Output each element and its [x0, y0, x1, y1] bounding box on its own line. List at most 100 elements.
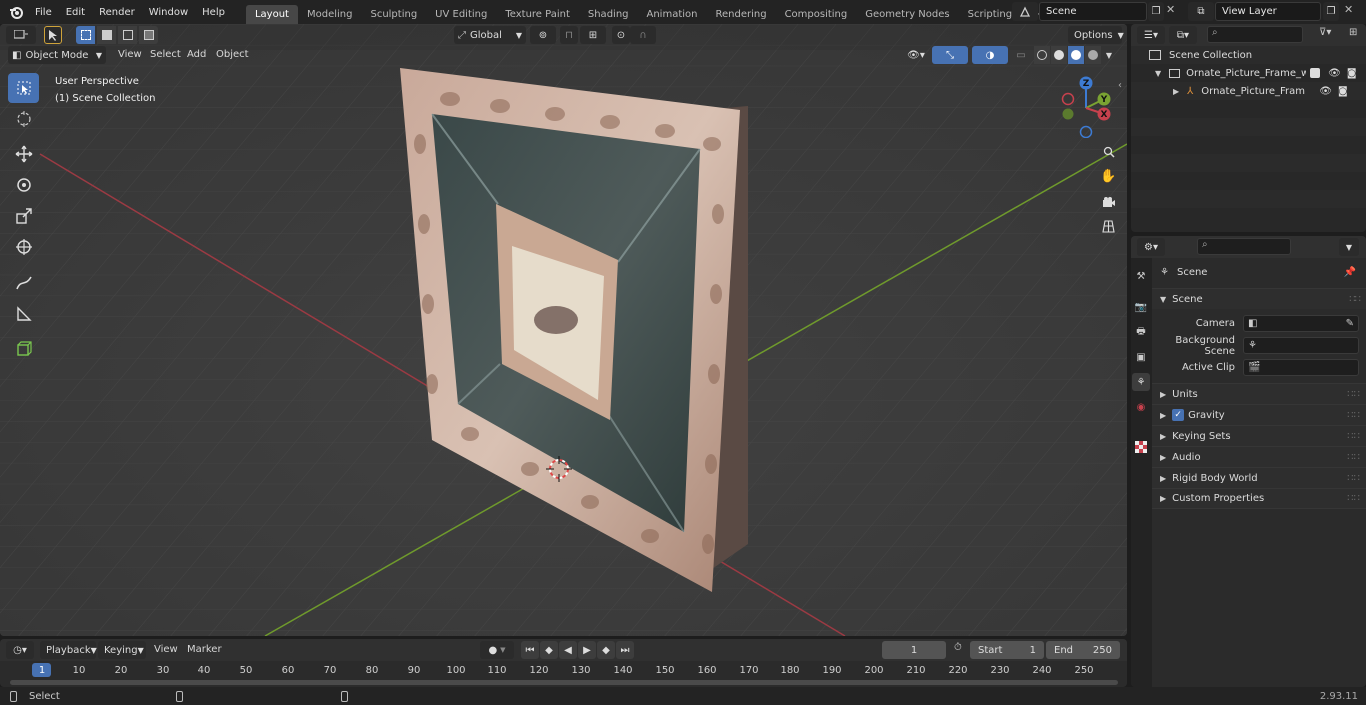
tab-modeling[interactable]: Modeling [298, 5, 362, 24]
properties-search[interactable]: ⌕ [1197, 238, 1291, 255]
snap-toggle-icon[interactable]: ⊓ [560, 26, 578, 44]
drag-handle-icon[interactable]: ∷∷ [1349, 294, 1361, 305]
drag-handle-icon[interactable]: ∷∷ [1347, 493, 1360, 504]
new-scene-icon[interactable]: ❐ [1148, 2, 1164, 21]
gravity-checkbox[interactable]: ✓ [1172, 409, 1185, 421]
background-scene-field[interactable]: ⚘ [1243, 337, 1359, 354]
camera-render-icon[interactable]: ◙ [1338, 86, 1348, 97]
end-frame-field[interactable]: End 250 [1046, 641, 1120, 659]
scene-type-icon[interactable] [1012, 2, 1038, 21]
overlays-toggle-button[interactable]: ◑ [972, 46, 1008, 64]
snap-target-button[interactable]: ⊞ [580, 26, 606, 44]
zoom-icon[interactable] [1097, 140, 1120, 163]
audio-panel-header[interactable]: ▶ Audio ∷∷ [1152, 446, 1366, 467]
outliner-search[interactable]: ⌕ [1207, 26, 1303, 43]
mode-intersect-icon[interactable] [139, 26, 158, 44]
outliner-editor-type[interactable]: ☰▾ [1137, 26, 1165, 44]
keying-sets-panel-header[interactable]: ▶ Keying Sets ∷∷ [1152, 425, 1366, 446]
pivot-point-button[interactable]: ⊚ [530, 26, 556, 44]
gravity-panel-header[interactable]: ▶ ✓ Gravity ∷∷ [1152, 404, 1366, 425]
play-reverse-icon[interactable]: ◀ [559, 641, 577, 659]
rendered-shading-icon[interactable] [1085, 46, 1101, 64]
menu-file[interactable]: File [28, 7, 59, 18]
checkbox-icon[interactable] [1310, 68, 1321, 78]
tool-transform[interactable] [8, 232, 39, 262]
eyedropper-icon[interactable]: ✎ [1346, 318, 1354, 329]
view-layer-field[interactable]: View Layer [1215, 2, 1321, 21]
tool-annotate[interactable] [8, 268, 39, 298]
collapse-arrow-icon[interactable]: ‹ [1118, 80, 1122, 91]
tab-sculpting[interactable]: Sculpting [361, 5, 426, 24]
scene-tab-icon[interactable]: ⚘ [1132, 373, 1150, 391]
tool-tab-icon[interactable]: ⚒ [1132, 267, 1150, 285]
record-button[interactable]: ● ▼ [480, 641, 514, 659]
timeline-marker-menu[interactable]: Marker [187, 644, 222, 655]
camera-view-icon[interactable] [1097, 190, 1120, 213]
custom-properties-panel-header[interactable]: ▶ Custom Properties ∷∷ [1152, 488, 1366, 509]
pin-icon[interactable]: 📌 [1344, 267, 1356, 278]
drag-handle-icon[interactable]: ∷∷ [1347, 389, 1360, 400]
tool-move[interactable] [8, 139, 39, 169]
texture-tab-icon[interactable] [1132, 438, 1150, 456]
viewport-3d[interactable]: ⤢ Global ▼ ⊚ ⊓ ⊞ ⊙ ∩ Options ▼ ◧ Object … [0, 24, 1127, 636]
menu-window[interactable]: Window [142, 7, 195, 18]
tool-add-cube[interactable] [8, 334, 39, 364]
outliner-row-root[interactable]: Scene Collection [1131, 46, 1366, 64]
drag-handle-icon[interactable]: ∷∷ [1347, 452, 1360, 463]
orientation-dropdown[interactable]: ⤢ Global ▼ [454, 26, 526, 44]
playback-menu[interactable]: Playback ▼ [40, 641, 97, 659]
new-view-layer-icon[interactable]: ❐ [1323, 2, 1339, 21]
stopwatch-icon[interactable]: ⏱ [954, 642, 962, 653]
menu-view[interactable]: View [118, 49, 142, 60]
object-mode-dropdown[interactable]: ◧ Object Mode ▼ [8, 46, 106, 64]
drag-handle-icon[interactable]: ∷∷ [1347, 473, 1360, 484]
timeline-editor-type[interactable]: ◷▾ [6, 641, 34, 659]
tool-measure[interactable] [8, 299, 39, 329]
view-layer-tab-icon[interactable]: ▣ [1132, 348, 1150, 366]
expand-down-icon[interactable]: ▼ [1155, 69, 1161, 78]
jump-start-icon[interactable]: ⏮ [521, 641, 539, 659]
new-collection-icon[interactable]: ⊞ [1349, 27, 1357, 38]
tab-uv-editing[interactable]: UV Editing [426, 5, 496, 24]
menu-object[interactable]: Object [216, 49, 249, 60]
tab-rendering[interactable]: Rendering [706, 5, 775, 24]
properties-options-button[interactable]: ▼ [1339, 238, 1359, 256]
blender-logo-icon[interactable] [4, 0, 28, 24]
eye-icon[interactable]: 👁 [1319, 86, 1332, 97]
next-keyframe-icon[interactable]: ◆ [597, 641, 615, 659]
keying-menu[interactable]: Keying ▼ [98, 641, 146, 659]
world-tab-icon[interactable]: ◉ [1132, 398, 1150, 416]
units-panel-header[interactable]: ▶ Units ∷∷ [1152, 383, 1366, 404]
output-tab-icon[interactable]: 🖶 [1132, 323, 1150, 341]
proportional-edit-icon[interactable]: ⊙ [612, 26, 630, 44]
tab-layout[interactable]: Layout [245, 5, 298, 24]
menu-help[interactable]: Help [195, 7, 232, 18]
material-shading-icon[interactable] [1068, 46, 1084, 64]
render-tab-icon[interactable]: 📷 [1132, 298, 1150, 316]
menu-render[interactable]: Render [92, 7, 142, 18]
visibility-toggle-button[interactable]: 👁▾ [902, 46, 930, 64]
options-button[interactable]: Options ▼ [1068, 26, 1124, 44]
remove-view-layer-icon[interactable]: ✕ [1344, 3, 1358, 20]
properties-editor-type[interactable]: ⚙▾ [1137, 238, 1165, 256]
scene-panel-header[interactable]: ▼ Scene ∷∷ [1152, 288, 1366, 309]
tool-cursor[interactable] [8, 104, 39, 134]
mode-set-icon[interactable] [76, 26, 95, 44]
tab-texture-paint[interactable]: Texture Paint [496, 5, 579, 24]
perspective-toggle-icon[interactable] [1097, 215, 1120, 238]
solid-shading-icon[interactable] [1051, 46, 1067, 64]
mode-subtract-icon[interactable] [118, 26, 137, 44]
xray-toggle-button[interactable]: ▭ [1012, 46, 1030, 64]
active-clip-field[interactable]: 🎬 [1243, 359, 1359, 376]
drag-handle-icon[interactable]: ∷∷ [1347, 410, 1360, 421]
camera-field[interactable]: ◧ ✎ [1243, 315, 1359, 332]
tab-shading[interactable]: Shading [579, 5, 638, 24]
remove-scene-icon[interactable]: ✕ [1166, 3, 1180, 20]
filter-icon[interactable]: ⊽▾ [1319, 27, 1331, 38]
menu-add[interactable]: Add [187, 49, 206, 60]
pan-hand-icon[interactable]: ✋ [1097, 165, 1120, 188]
play-icon[interactable]: ▶ [578, 641, 596, 659]
view-layer-icon[interactable]: ⧉ [1188, 2, 1214, 21]
prev-keyframe-icon[interactable]: ◆ [540, 641, 558, 659]
jump-end-icon[interactable]: ⏭ [616, 641, 634, 659]
